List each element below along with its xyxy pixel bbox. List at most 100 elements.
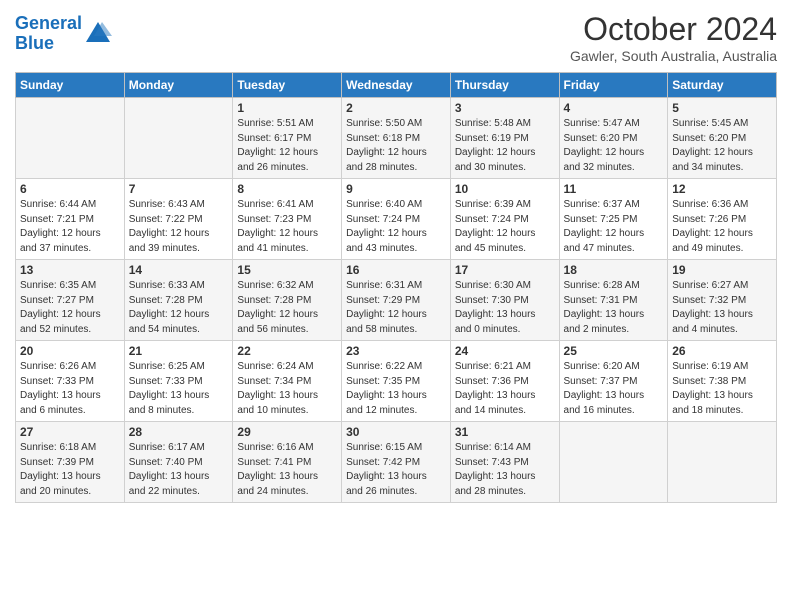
day-cell [124, 98, 233, 179]
day-cell: 30Sunrise: 6:15 AMSunset: 7:42 PMDayligh… [342, 422, 451, 503]
day-info: Sunrise: 6:16 AMSunset: 7:41 PMDaylight:… [237, 441, 337, 499]
day-cell: 22 Sunrise: 6:24 AMSunset: 7:34 PMDayligh… [233, 341, 342, 422]
day-info: Sunrise: 6:31 AMSunset: 7:29 PMDaylight:… [346, 279, 446, 337]
day-cell: 6 Sunrise: 6:44 AMSunset: 7:21 PMDaylight… [16, 179, 125, 260]
location: Gawler, South Australia, Australia [570, 48, 777, 64]
day-info: Sunrise: 6:15 AMSunset: 7:42 PMDaylight:… [346, 441, 446, 499]
day-number: 27 [20, 425, 120, 439]
day-info: Sunrise: 6:26 AMSunset: 7:33 PMDaylight:… [20, 360, 120, 418]
day-cell: 4Sunrise: 5:47 AMSunset: 6:20 PMDaylight… [559, 98, 668, 179]
day-info: Sunrise: 6:19 AMSunset: 7:38 PMDaylight:… [672, 360, 772, 418]
day-cell: 1 Sunrise: 5:51 AMSunset: 6:17 PMDaylight… [233, 98, 342, 179]
day-number: 22 [237, 344, 337, 358]
day-info: Sunrise: 6:41 AMSunset: 7:23 PMDaylight:… [237, 198, 337, 256]
day-cell: 23 Sunrise: 6:22 AMSunset: 7:35 PMDayligh… [342, 341, 451, 422]
day-info: Sunrise: 5:45 AMSunset: 6:20 PMDaylight:… [672, 117, 772, 175]
day-info: Sunrise: 6:40 AMSunset: 7:24 PMDaylight:… [346, 198, 446, 256]
day-number: 1 [237, 101, 337, 115]
day-cell: 11Sunrise: 6:37 AMSunset: 7:25 PMDayligh… [559, 179, 668, 260]
day-number: 3 [455, 101, 555, 115]
day-number: 17 [455, 263, 555, 277]
day-info: Sunrise: 6:24 AMSunset: 7:34 PMDaylight:… [237, 360, 337, 418]
day-cell: 15 Sunrise: 6:32 AMSunset: 7:28 PMDayligh… [233, 260, 342, 341]
day-number: 18 [564, 263, 664, 277]
day-number: 14 [129, 263, 229, 277]
col-header-friday: Friday [559, 73, 668, 98]
day-cell: 14 Sunrise: 6:33 AMSunset: 7:28 PMDayligh… [124, 260, 233, 341]
col-header-thursday: Thursday [450, 73, 559, 98]
day-number: 26 [672, 344, 772, 358]
day-number: 25 [564, 344, 664, 358]
day-cell: 13 Sunrise: 6:35 AMSunset: 7:27 PMDayligh… [16, 260, 125, 341]
col-header-wednesday: Wednesday [342, 73, 451, 98]
day-number: 6 [20, 182, 120, 196]
day-cell: 17 Sunrise: 6:30 AMSunset: 7:30 PMDayligh… [450, 260, 559, 341]
day-cell [668, 422, 777, 503]
day-info: Sunrise: 5:48 AMSunset: 6:19 PMDaylight:… [455, 117, 555, 175]
day-number: 23 [346, 344, 446, 358]
week-row-5: 27 Sunrise: 6:18 AMSunset: 7:39 PMDayligh… [16, 422, 777, 503]
day-cell: 21 Sunrise: 6:25 AMSunset: 7:33 PMDayligh… [124, 341, 233, 422]
day-number: 20 [20, 344, 120, 358]
week-row-2: 6 Sunrise: 6:44 AMSunset: 7:21 PMDaylight… [16, 179, 777, 260]
day-number: 19 [672, 263, 772, 277]
day-info: Sunrise: 5:47 AMSunset: 6:20 PMDaylight:… [564, 117, 664, 175]
day-info: Sunrise: 6:25 AMSunset: 7:33 PMDaylight:… [129, 360, 229, 418]
day-info: Sunrise: 6:32 AMSunset: 7:28 PMDaylight:… [237, 279, 337, 337]
col-header-saturday: Saturday [668, 73, 777, 98]
logo-general: General [15, 13, 82, 33]
day-number: 7 [129, 182, 229, 196]
title-block: October 2024 Gawler, South Australia, Au… [570, 10, 777, 64]
day-number: 31 [455, 425, 555, 439]
day-number: 9 [346, 182, 446, 196]
day-info: Sunrise: 6:35 AMSunset: 7:27 PMDaylight:… [20, 279, 120, 337]
day-number: 15 [237, 263, 337, 277]
day-info: Sunrise: 6:27 AMSunset: 7:32 PMDaylight:… [672, 279, 772, 337]
col-header-tuesday: Tuesday [233, 73, 342, 98]
day-info: Sunrise: 6:17 AMSunset: 7:40 PMDaylight:… [129, 441, 229, 499]
day-cell: 29Sunrise: 6:16 AMSunset: 7:41 PMDayligh… [233, 422, 342, 503]
day-cell: 16 Sunrise: 6:31 AMSunset: 7:29 PMDayligh… [342, 260, 451, 341]
week-row-1: 1 Sunrise: 5:51 AMSunset: 6:17 PMDaylight… [16, 98, 777, 179]
day-info: Sunrise: 6:43 AMSunset: 7:22 PMDaylight:… [129, 198, 229, 256]
col-header-sunday: Sunday [16, 73, 125, 98]
day-info: Sunrise: 5:51 AMSunset: 6:17 PMDaylight:… [237, 117, 337, 175]
day-number: 24 [455, 344, 555, 358]
day-info: Sunrise: 6:39 AMSunset: 7:24 PMDaylight:… [455, 198, 555, 256]
day-cell: 28 Sunrise: 6:17 AMSunset: 7:40 PMDayligh… [124, 422, 233, 503]
day-cell: 20 Sunrise: 6:26 AMSunset: 7:33 PMDayligh… [16, 341, 125, 422]
day-number: 8 [237, 182, 337, 196]
page: General Blue October 2024 Gawler, South … [0, 0, 792, 612]
day-number: 16 [346, 263, 446, 277]
day-info: Sunrise: 6:20 AMSunset: 7:37 PMDaylight:… [564, 360, 664, 418]
day-number: 12 [672, 182, 772, 196]
day-info: Sunrise: 6:30 AMSunset: 7:30 PMDaylight:… [455, 279, 555, 337]
week-row-4: 20 Sunrise: 6:26 AMSunset: 7:33 PMDayligh… [16, 341, 777, 422]
day-number: 13 [20, 263, 120, 277]
day-info: Sunrise: 6:36 AMSunset: 7:26 PMDaylight:… [672, 198, 772, 256]
day-number: 28 [129, 425, 229, 439]
day-cell: 24Sunrise: 6:21 AMSunset: 7:36 PMDayligh… [450, 341, 559, 422]
day-cell: 18 Sunrise: 6:28 AMSunset: 7:31 PMDayligh… [559, 260, 668, 341]
day-cell [16, 98, 125, 179]
day-info: Sunrise: 6:18 AMSunset: 7:39 PMDaylight:… [20, 441, 120, 499]
day-info: Sunrise: 6:33 AMSunset: 7:28 PMDaylight:… [129, 279, 229, 337]
day-info: Sunrise: 6:44 AMSunset: 7:21 PMDaylight:… [20, 198, 120, 256]
month-title: October 2024 [570, 10, 777, 48]
header: General Blue October 2024 Gawler, South … [15, 10, 777, 64]
header-row: SundayMondayTuesdayWednesdayThursdayFrid… [16, 73, 777, 98]
day-cell [559, 422, 668, 503]
day-cell: 12 Sunrise: 6:36 AMSunset: 7:26 PMDayligh… [668, 179, 777, 260]
day-cell: 27 Sunrise: 6:18 AMSunset: 7:39 PMDayligh… [16, 422, 125, 503]
day-info: Sunrise: 6:37 AMSunset: 7:25 PMDaylight:… [564, 198, 664, 256]
day-cell: 31Sunrise: 6:14 AMSunset: 7:43 PMDayligh… [450, 422, 559, 503]
day-cell: 19 Sunrise: 6:27 AMSunset: 7:32 PMDayligh… [668, 260, 777, 341]
day-cell: 9 Sunrise: 6:40 AMSunset: 7:24 PMDaylight… [342, 179, 451, 260]
col-header-monday: Monday [124, 73, 233, 98]
day-cell: 5Sunrise: 5:45 AMSunset: 6:20 PMDaylight… [668, 98, 777, 179]
day-info: Sunrise: 6:22 AMSunset: 7:35 PMDaylight:… [346, 360, 446, 418]
day-number: 21 [129, 344, 229, 358]
day-cell: 26 Sunrise: 6:19 AMSunset: 7:38 PMDayligh… [668, 341, 777, 422]
day-info: Sunrise: 6:28 AMSunset: 7:31 PMDaylight:… [564, 279, 664, 337]
logo: General Blue [15, 14, 112, 54]
